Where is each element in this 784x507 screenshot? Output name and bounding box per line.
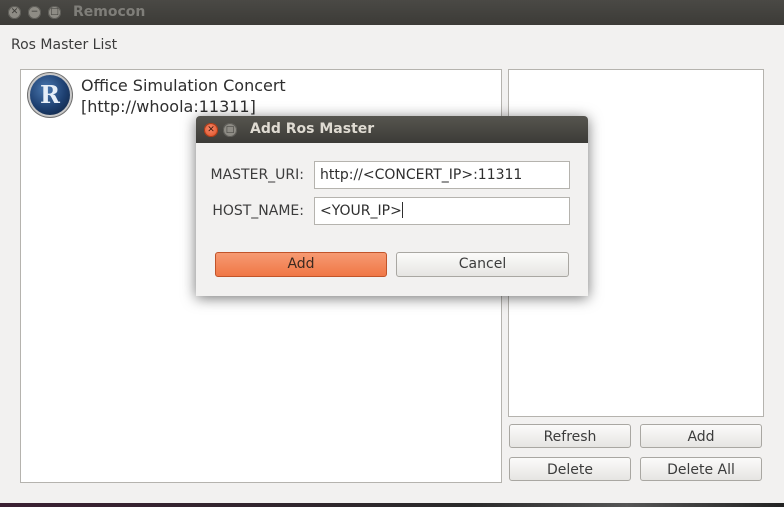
- dialog-cancel-button[interactable]: Cancel: [396, 252, 569, 277]
- maximize-icon: □: [50, 7, 59, 17]
- master-uri: [http://whoola:11311]: [81, 97, 256, 116]
- dialog-close-button[interactable]: ✕: [204, 123, 218, 137]
- master-name: Office Simulation Concert: [81, 76, 286, 95]
- maximize-icon: □: [225, 125, 235, 135]
- dialog-titlebar[interactable]: ✕ □ Add Ros Master: [196, 116, 588, 143]
- host-name-value: <YOUR_IP>: [320, 203, 402, 219]
- host-name-field[interactable]: <YOUR_IP>: [314, 197, 570, 225]
- ros-logo-icon: R: [30, 75, 70, 115]
- minimize-icon: −: [30, 7, 39, 17]
- list-item[interactable]: R Office Simulation Concert [http://whoo…: [21, 70, 501, 120]
- window-close-button[interactable]: ✕: [8, 6, 21, 19]
- text-cursor: [401, 202, 403, 218]
- dialog-add-button[interactable]: Add: [215, 252, 387, 277]
- window-titlebar[interactable]: ✕ − □ Remocon: [0, 0, 784, 25]
- window-maximize-button[interactable]: □: [48, 6, 61, 19]
- master-uri-field[interactable]: http://<CONCERT_IP>:11311: [314, 161, 570, 189]
- dialog-maximize-button[interactable]: □: [223, 123, 237, 137]
- refresh-button[interactable]: Refresh: [509, 424, 631, 448]
- window-title: Remocon: [73, 4, 146, 20]
- close-icon: ✕: [10, 7, 19, 17]
- master-uri-label: MASTER_URI:: [210, 167, 305, 183]
- ros-master-list-label: Ros Master List: [11, 37, 118, 53]
- host-name-label: HOST_NAME:: [212, 203, 304, 219]
- add-ros-master-dialog: ✕ □ Add Ros Master MASTER_URI: http://<C…: [196, 116, 588, 296]
- ros-logo-letter: R: [40, 80, 60, 109]
- master-uri-value: http://<CONCERT_IP>:11311: [320, 167, 523, 183]
- desktop-background: [0, 503, 784, 507]
- delete-all-button[interactable]: Delete All: [640, 457, 762, 481]
- delete-button[interactable]: Delete: [509, 457, 631, 481]
- dialog-title: Add Ros Master: [250, 121, 375, 137]
- add-master-button[interactable]: Add: [640, 424, 762, 448]
- close-icon: ✕: [207, 125, 215, 135]
- window-minimize-button[interactable]: −: [28, 6, 41, 19]
